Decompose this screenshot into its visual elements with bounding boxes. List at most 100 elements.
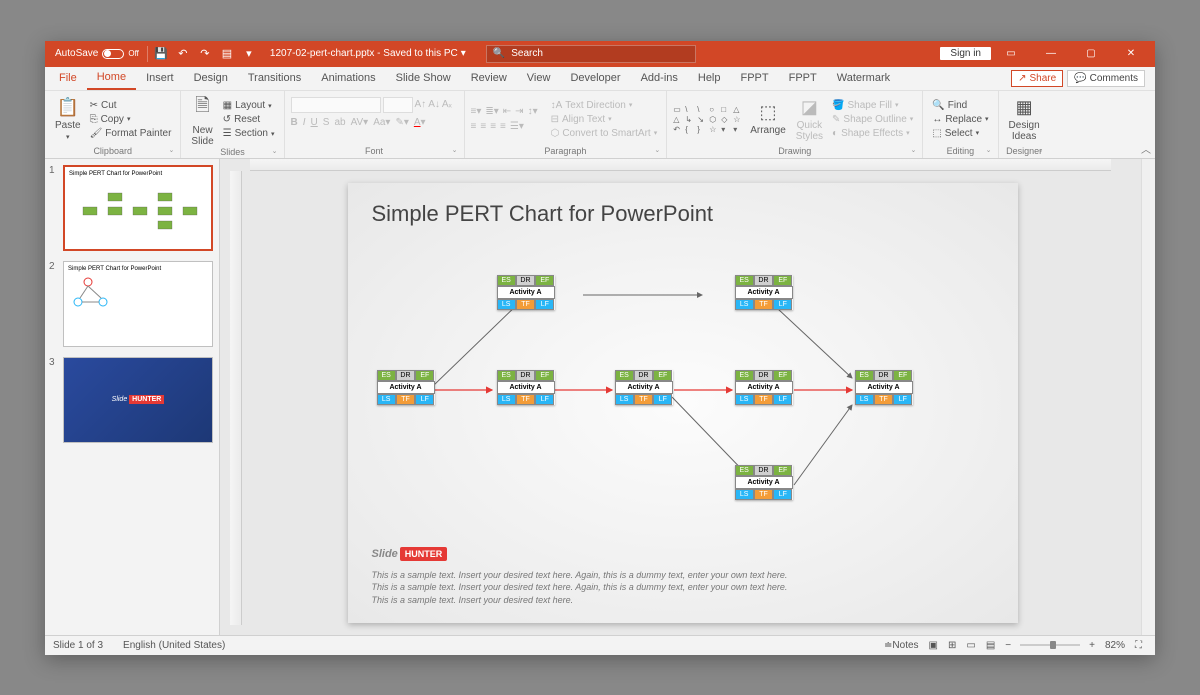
zoom-in-button[interactable]: + [1084,640,1100,651]
increase-font-icon[interactable]: A↑ [415,99,427,110]
notes-button[interactable]: ≐ Notes [879,640,924,651]
tab-addins[interactable]: Add-ins [631,66,688,90]
justify-button[interactable]: ≡ [500,121,506,132]
tab-fppt1[interactable]: FPPT [731,66,779,90]
pert-node[interactable]: ESDREFActivity ALSTFLF [855,370,913,405]
zoom-level[interactable]: 82% [1100,640,1130,651]
collapse-ribbon-icon[interactable]: ︿ [1141,141,1151,156]
find-button[interactable]: 🔍Find [929,99,991,112]
tab-view[interactable]: View [517,66,561,90]
pert-chart[interactable]: ESDREFActivity ALSTFLF ESDREFActivity ALS… [372,235,994,515]
shapes-gallery[interactable]: ▭\\○□△ △↳↘⬡◇☆ ↶{}☆▾▾ [673,105,744,134]
indent-dec-button[interactable]: ⇤ [503,106,511,117]
tab-insert[interactable]: Insert [136,66,184,90]
select-button[interactable]: ⬚Select▾ [929,127,991,140]
replace-button[interactable]: ↔Replace▾ [929,113,991,126]
tab-watermark[interactable]: Watermark [827,66,900,90]
slideshow-view-icon[interactable]: ▤ [981,640,1000,651]
comments-button[interactable]: 💬Comments [1067,70,1145,87]
shape-outline-button[interactable]: ✎Shape Outline▾ [829,113,916,126]
tab-fppt2[interactable]: FPPT [779,66,827,90]
pert-node[interactable]: ESDREFActivity ALSTFLF [735,465,793,500]
spacing-button[interactable]: AV▾ [351,117,369,128]
tab-home[interactable]: Home [87,66,136,90]
maximize-icon[interactable]: ▢ [1071,41,1111,67]
share-button[interactable]: ↗Share [1011,70,1063,87]
pert-node[interactable]: ESDREFActivity ALSTFLF [377,370,435,405]
autosave-switch[interactable] [102,49,124,59]
pert-node[interactable]: ESDREFActivity ALSTFLF [497,370,555,405]
decrease-font-icon[interactable]: A↓ [428,99,440,110]
numbering-button[interactable]: ≣▾ [485,106,498,117]
reading-view-icon[interactable]: ▭ [961,640,980,651]
layout-button[interactable]: ▦Layout▾ [220,99,278,112]
vertical-ruler[interactable] [230,171,242,625]
close-icon[interactable]: ✕ [1111,41,1151,67]
tab-animations[interactable]: Animations [311,66,385,90]
text-direction-button[interactable]: ↕AText Direction▾ [548,99,661,112]
pert-node[interactable]: ESDREFActivity ALSTFLF [735,275,793,310]
strike-button[interactable]: S [323,117,330,128]
design-ideas-button[interactable]: ▦Design Ideas [1005,93,1044,146]
signin-button[interactable]: Sign in [940,47,991,60]
slide-canvas[interactable]: Simple PERT Chart for PowerPoint [348,183,1018,623]
font-family-select[interactable] [291,97,381,113]
undo-icon[interactable]: ↶ [172,43,194,65]
tab-transitions[interactable]: Transitions [238,66,311,90]
bold-button[interactable]: B [291,117,298,128]
thumbnail-2[interactable]: Simple PERT Chart for PowerPoint [63,261,213,347]
fit-to-window-icon[interactable]: ⛶ [1130,640,1147,651]
font-size-select[interactable] [383,97,413,113]
slide-counter[interactable]: Slide 1 of 3 [53,640,103,651]
align-right-button[interactable]: ≡ [490,121,496,132]
tab-review[interactable]: Review [461,66,517,90]
pert-node[interactable]: ESDREFActivity ALSTFLF [497,275,555,310]
font-color-button[interactable]: A▾ [414,117,426,128]
align-left-button[interactable]: ≡ [471,121,477,132]
indent-inc-button[interactable]: ⇥ [515,106,523,117]
title-dropdown-icon[interactable]: ▾ [461,48,466,59]
highlight-button[interactable]: ✎▾ [395,117,408,128]
tab-help[interactable]: Help [688,66,731,90]
bullets-button[interactable]: ≡▾ [471,106,482,117]
align-center-button[interactable]: ≡ [480,121,486,132]
shape-effects-button[interactable]: ◐Shape Effects▾ [829,127,916,140]
line-spacing-button[interactable]: ↕▾ [528,106,538,117]
search-input[interactable] [511,48,689,59]
slideshow-start-icon[interactable]: ▤ [216,43,238,65]
copy-button[interactable]: ⎘Copy▾ [87,113,175,126]
arrange-button[interactable]: ⬚Arrange [746,93,790,146]
quick-styles-button[interactable]: ◪Quick Styles [792,93,827,146]
minimize-icon[interactable]: — [1031,41,1071,67]
ribbon-mode-icon[interactable]: ▭ [991,41,1031,67]
thumbnail-3[interactable]: Slide HUNTER [63,357,213,443]
pert-node[interactable]: ESDREFActivity ALSTFLF [615,370,673,405]
shadow-button[interactable]: ab [334,117,345,128]
redo-icon[interactable]: ↷ [194,43,216,65]
align-text-button[interactable]: ⊟Align Text▾ [548,113,661,126]
convert-smartart-button[interactable]: ⬡Convert to SmartArt▾ [548,127,661,140]
new-slide-button[interactable]: 🗎New Slide [187,93,217,147]
italic-button[interactable]: I [303,117,306,128]
zoom-out-button[interactable]: − [1000,640,1016,651]
zoom-slider[interactable] [1020,644,1080,646]
slide-title[interactable]: Simple PERT Chart for PowerPoint [372,201,994,227]
cut-button[interactable]: ✂Cut [87,99,175,112]
horizontal-ruler[interactable] [250,159,1111,171]
qat-dropdown-icon[interactable]: ▾ [238,43,260,65]
clear-format-icon[interactable]: Aₓ [442,99,452,110]
shape-fill-button[interactable]: 🪣Shape Fill▾ [829,99,916,112]
sample-text[interactable]: This is a sample text. Insert your desir… [372,569,994,607]
format-painter-button[interactable]: 🖌Format Painter [87,127,175,140]
columns-button[interactable]: ☰▾ [510,121,524,132]
sorter-view-icon[interactable]: ⊞ [943,640,961,651]
reset-button[interactable]: ↺Reset [220,113,278,126]
tab-design[interactable]: Design [184,66,238,90]
tab-slideshow[interactable]: Slide Show [386,66,461,90]
save-icon[interactable]: 💾 [150,43,172,65]
vertical-scrollbar[interactable] [1141,159,1155,635]
language-indicator[interactable]: English (United States) [123,640,225,651]
search-box[interactable]: 🔍 [486,45,696,63]
tab-developer[interactable]: Developer [560,66,630,90]
autosave-toggle[interactable]: AutoSave Off [49,48,145,59]
